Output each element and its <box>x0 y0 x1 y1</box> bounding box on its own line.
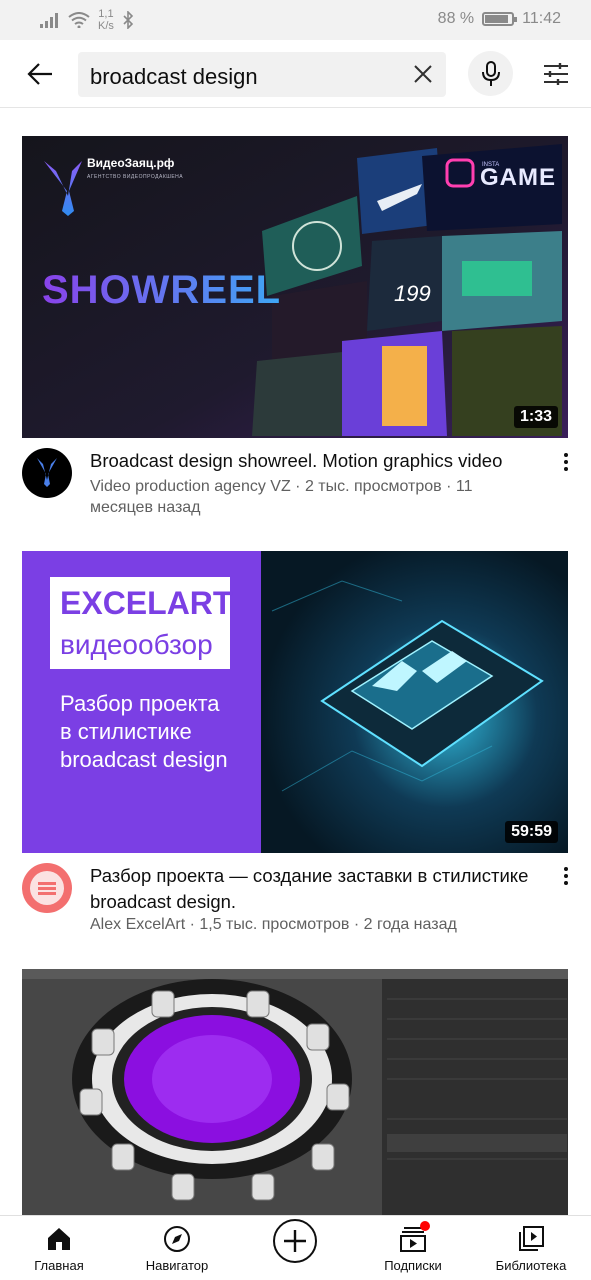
back-button[interactable] <box>20 56 60 92</box>
clock: 11:42 <box>522 10 561 27</box>
video-thumbnail[interactable] <box>22 969 568 1215</box>
thumbnail-brand: EXCELART <box>60 585 233 621</box>
status-left: 1,1 K/s <box>40 8 134 32</box>
nav-subscriptions[interactable]: Подписки <box>354 1216 472 1280</box>
video-title[interactable]: Broadcast design showreel. Motion graphi… <box>90 448 540 474</box>
thumbnail-tag: GAME <box>480 164 556 191</box>
sliders-icon <box>544 63 568 85</box>
channel-logo-icon <box>37 458 57 487</box>
network-speed: 1,1 K/s <box>98 8 114 32</box>
signal-icon <box>40 13 58 28</box>
clear-search-button[interactable] <box>410 61 436 87</box>
more-vert-icon <box>564 453 568 471</box>
channel-avatar[interactable] <box>22 448 72 498</box>
more-vert-icon <box>564 867 568 885</box>
library-icon <box>519 1226 544 1251</box>
video-title[interactable]: Разбор проекта — создание заставки в сти… <box>90 863 540 915</box>
video-duration: 59:59 <box>505 821 558 843</box>
thumbnail-line-1: Разбор проекта <box>60 691 220 716</box>
video-result: EXCELART видеообзор Разбор проекта в сти… <box>0 551 591 966</box>
video-result <box>0 969 591 1215</box>
status-right: 88 % 11:42 <box>438 10 561 28</box>
battery-percent: 88 % <box>437 10 475 27</box>
voice-search-button[interactable] <box>468 51 513 96</box>
more-options-button[interactable] <box>556 863 576 889</box>
thumbnail-headline: SHOWREEL <box>42 268 282 312</box>
nav-subscriptions-label: Подписки <box>384 1258 442 1273</box>
status-bar: 1,1 K/s 88 % 11:42 <box>0 0 591 40</box>
video-thumbnail[interactable]: EXCELART видеообзор Разбор проекта в сти… <box>22 551 568 853</box>
search-header: broadcast design <box>0 40 591 108</box>
nav-library[interactable]: Библиотека <box>472 1216 590 1280</box>
search-filters-button[interactable] <box>538 58 574 90</box>
arrow-back-icon <box>27 63 52 85</box>
thumbnail-brand-sub: АГЕНТСТВО ВИДЕОПРОДАКШЕНА <box>87 174 184 180</box>
search-results: ВидеоЗаяц.рф АГЕНТСТВО ВИДЕОПРОДАКШЕНА S… <box>0 109 591 1215</box>
network-speed-value: 1,1 <box>98 8 114 20</box>
bottom-navigation: Главная Навигатор Подписки Библиотека <box>0 1215 591 1280</box>
nav-home[interactable]: Главная <box>0 1216 118 1280</box>
close-icon <box>414 65 432 83</box>
thumbnail-subtitle: видеообзор <box>60 629 213 660</box>
thumbnail-line-3: broadcast design <box>60 747 228 772</box>
more-options-button[interactable] <box>556 449 576 475</box>
channel-avatar[interactable] <box>22 863 72 913</box>
search-input[interactable]: broadcast design <box>78 52 446 97</box>
nav-home-label: Главная <box>34 1258 84 1273</box>
video-result: ВидеоЗаяц.рф АГЕНТСТВО ВИДЕОПРОДАКШЕНА S… <box>0 109 591 549</box>
nav-explore-label: Навигатор <box>145 1258 209 1273</box>
wifi-icon <box>68 12 90 28</box>
create-icon <box>273 1219 317 1263</box>
video-meta: Video production agency VZ · 2 тыс. прос… <box>90 478 473 516</box>
nav-create[interactable] <box>236 1216 354 1280</box>
notification-dot <box>420 1221 430 1231</box>
thumbnail-number: 199 <box>394 281 431 306</box>
battery-icon <box>482 12 518 26</box>
cinema4d-thumbnail-art <box>22 969 568 1215</box>
video-meta: Alex ExcelArt · 1,5 тыс. просмотров · 2 … <box>90 916 457 933</box>
channel-logo-icon <box>30 871 64 905</box>
search-query: broadcast design <box>90 64 258 89</box>
home-icon <box>48 1228 70 1250</box>
microphone-icon <box>481 60 500 86</box>
thumbnail-line-2: в стилистике <box>60 719 192 744</box>
compass-icon <box>164 1226 190 1252</box>
nav-explore[interactable]: Навигатор <box>118 1216 236 1280</box>
network-speed-unit: K/s <box>98 20 114 32</box>
video-thumbnail[interactable]: ВидеоЗаяц.рф АГЕНТСТВО ВИДЕОПРОДАКШЕНА S… <box>22 136 568 438</box>
bluetooth-icon <box>123 11 134 29</box>
video-duration: 1:33 <box>513 406 558 428</box>
thumbnail-brand: ВидеоЗаяц.рф <box>87 156 175 170</box>
nav-library-label: Библиотека <box>495 1258 567 1273</box>
